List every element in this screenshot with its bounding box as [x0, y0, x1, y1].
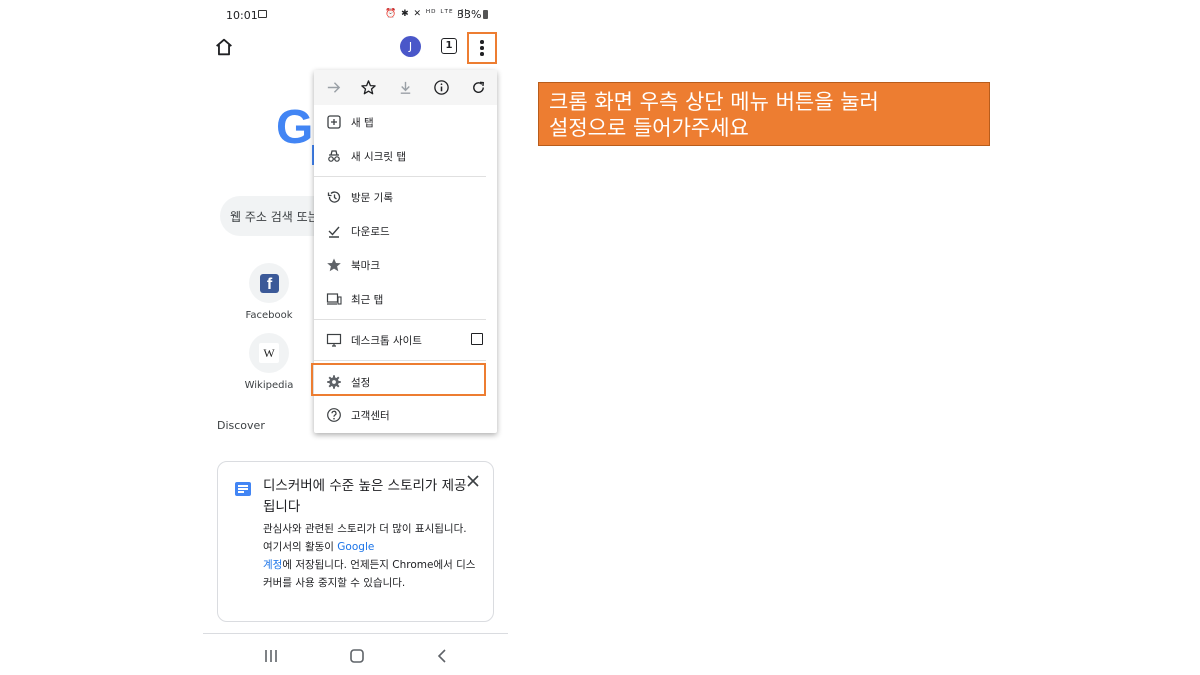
discover-card: 디스커버에 수준 높은 스토리가 제공됩니다 관심사와 관련된 스토리가 더 많… [217, 461, 494, 622]
instruction-callout: 크롬 화면 우측 상단 메뉴 버튼을 눌러 설정으로 들어가주세요 [538, 82, 990, 146]
menu-item-label: 새 시크릿 탭 [351, 151, 406, 163]
google-logo: G [276, 101, 314, 154]
article-icon [235, 482, 251, 496]
star-outline-icon[interactable] [360, 79, 377, 96]
overflow-menu: 새 탭 새 시크릿 탭 방문 기록 다운로드 북마크 최근 탭 데스크톱 사이트 [311, 70, 497, 433]
menu-item-label: 고객센터 [351, 410, 390, 422]
info-icon[interactable] [433, 79, 450, 96]
gallery-notification-icon [258, 10, 267, 18]
settings-highlight-box [311, 363, 486, 396]
menu-item-downloads[interactable]: 다운로드 [314, 216, 497, 246]
download-icon[interactable] [397, 79, 414, 96]
menu-action-row [314, 70, 497, 105]
more-vert-icon [480, 40, 484, 58]
account-link[interactable]: 계정 [263, 559, 282, 571]
phone-screen: 10:01 ⏰ ✱ ✕ ᴴᴰ ᴸᵀᴱ ıll 33% J 1 G 웹 주소 검색… [203, 0, 508, 675]
add-box-icon [327, 115, 341, 129]
menu-item-label: 방문 기록 [351, 192, 393, 204]
history-icon [327, 191, 341, 203]
shortcut-label-wikipedia: Wikipedia [244, 380, 294, 391]
callout-text: 크롬 화면 우측 상단 메뉴 버튼을 눌러 설정으로 들어가주세요 [549, 90, 879, 140]
help-icon [327, 408, 341, 422]
menu-divider [314, 319, 486, 320]
forward-icon[interactable] [325, 79, 342, 96]
status-time: 10:01 [226, 9, 258, 22]
download-done-icon [328, 226, 340, 238]
card-body-text-2: 에 저장됩니다. 언제든지 Chrome에서 디스커버를 사용 중지할 수 있습… [263, 559, 476, 589]
menu-item-label: 북마크 [351, 260, 380, 272]
discover-heading: Discover [217, 419, 265, 432]
menu-divider [314, 360, 486, 361]
menu-item-label: 데스크톱 사이트 [351, 335, 422, 347]
star-icon [327, 258, 341, 272]
menu-item-label: 최근 탭 [351, 294, 384, 306]
battery-percent: 33% [457, 8, 482, 21]
profile-avatar[interactable]: J [400, 36, 421, 57]
menu-item-new-tab[interactable]: 새 탭 [314, 107, 497, 137]
refresh-icon[interactable] [470, 79, 487, 96]
menu-item-recent-tabs[interactable]: 최근 탭 [314, 284, 497, 314]
menu-button-highlight[interactable] [467, 32, 497, 64]
menu-divider [314, 176, 486, 177]
android-nav-bar [203, 633, 508, 675]
menu-item-new-incognito-tab[interactable]: 새 시크릿 탭 [314, 141, 497, 171]
menu-item-desktop-site[interactable]: 데스크톱 사이트 [314, 325, 497, 355]
home-nav-icon[interactable] [347, 648, 367, 664]
wikipedia-icon: W [259, 343, 279, 363]
shortcut-label-facebook: Facebook [245, 310, 293, 321]
menu-item-bookmarks[interactable]: 북마크 [314, 250, 497, 280]
facebook-icon: f [260, 274, 279, 293]
menu-item-history[interactable]: 방문 기록 [314, 182, 497, 212]
home-icon[interactable] [213, 36, 235, 58]
monitor-icon [326, 333, 342, 347]
menu-item-help[interactable]: 고객센터 [314, 400, 497, 430]
devices-icon [326, 293, 342, 305]
card-title: 디스커버에 수준 높은 스토리가 제공됩니다 [263, 478, 467, 515]
shortcut-facebook[interactable]: f [249, 263, 289, 303]
status-bar: 10:01 ⏰ ✱ ✕ ᴴᴰ ᴸᵀᴱ ıll 33% [203, 0, 508, 28]
tab-switcher-button[interactable]: 1 [441, 38, 457, 54]
desktop-site-checkbox[interactable] [471, 333, 483, 345]
battery-icon [483, 10, 489, 19]
back-icon[interactable] [432, 648, 452, 664]
recents-icon[interactable] [261, 648, 281, 664]
shortcut-wikipedia[interactable]: W [249, 333, 289, 373]
google-account-link[interactable]: Google [337, 541, 374, 553]
battery-indicator: 33% [457, 8, 489, 21]
card-body: 관심사와 관련된 스토리가 더 많이 표시됩니다. 여기서의 활동이 Googl… [263, 520, 478, 592]
incognito-icon [328, 150, 340, 162]
menu-item-label: 새 탭 [351, 117, 374, 129]
chrome-toolbar: J 1 [203, 30, 508, 64]
menu-item-label: 다운로드 [351, 226, 390, 238]
status-icons: ⏰ ✱ ✕ ᴴᴰ ᴸᵀᴱ ıll [385, 9, 468, 19]
close-icon[interactable] [466, 474, 480, 488]
search-placeholder: 웹 주소 검색 또는 [230, 210, 319, 224]
